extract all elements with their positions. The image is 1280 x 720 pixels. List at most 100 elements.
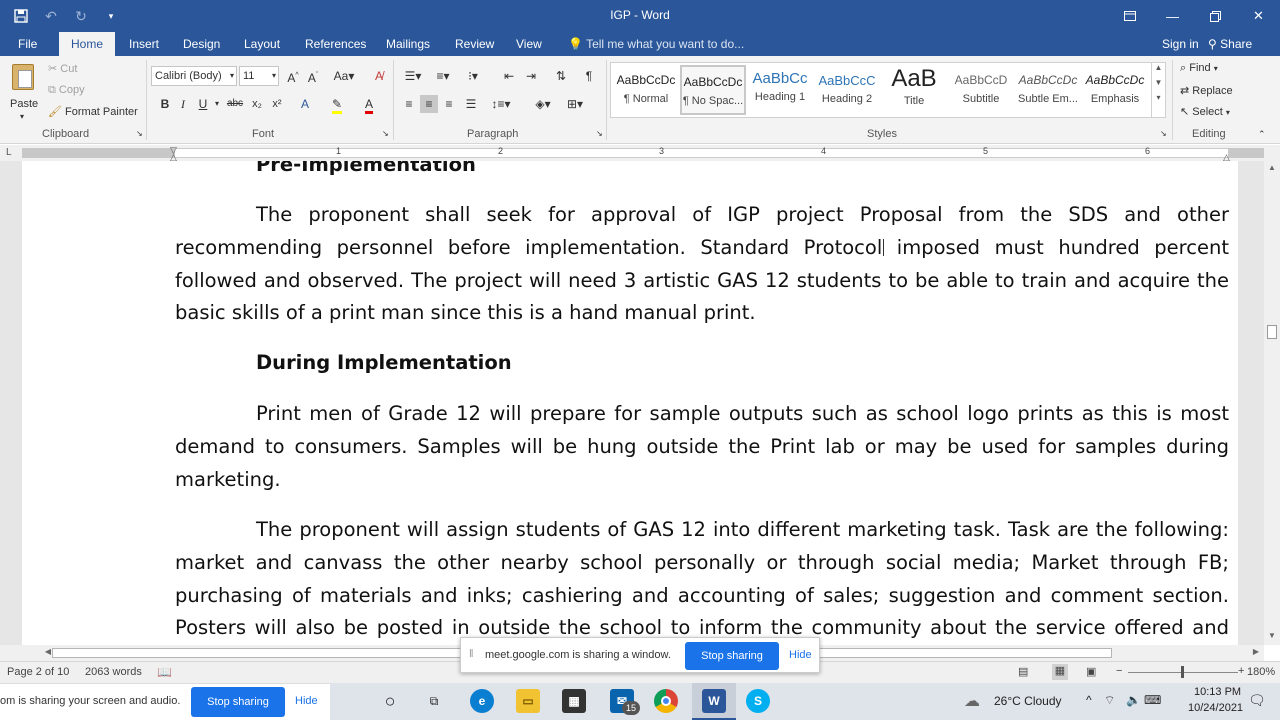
bold-icon[interactable]: B	[156, 95, 174, 113]
style-subtitle[interactable]: AaBbCcD Subtitle	[948, 65, 1014, 115]
multilevel-list-icon[interactable]: ⁝▾	[460, 67, 486, 85]
scroll-right-icon[interactable]: ▶	[1248, 647, 1264, 656]
zoom-level[interactable]: 180%	[1247, 666, 1275, 678]
strikethrough-icon[interactable]: abc	[226, 95, 244, 113]
collapse-ribbon-icon[interactable]: ⌃	[1258, 129, 1266, 140]
scroll-down-icon[interactable]: ▼	[1264, 631, 1280, 640]
cut-button[interactable]: ✂ Cut	[48, 62, 77, 75]
font-color-icon[interactable]: A	[360, 95, 378, 114]
align-left-icon[interactable]: ≡	[400, 95, 418, 113]
show-formatting-icon[interactable]: ¶	[580, 67, 598, 85]
italic-icon[interactable]: I	[174, 95, 192, 113]
align-right-icon[interactable]: ≡	[440, 95, 458, 113]
skype-icon[interactable]: S	[746, 689, 770, 713]
numbering-icon[interactable]: ≡▾	[430, 67, 456, 85]
cortana-icon[interactable]: ○	[378, 689, 402, 713]
align-center-icon[interactable]: ≡	[420, 95, 438, 113]
language-icon[interactable]: ⌨	[1144, 693, 1161, 707]
style-title[interactable]: AaB Title	[881, 65, 947, 115]
tab-mailings[interactable]: Mailings	[386, 32, 430, 56]
drag-handle-icon[interactable]: ‖	[469, 648, 474, 660]
tab-selector-icon[interactable]: L	[6, 147, 12, 158]
scroll-up-icon[interactable]: ▲	[1264, 163, 1280, 172]
word-taskbar-item[interactable]: W	[692, 683, 736, 720]
gallery-scroll[interactable]: ▲ ▼ ▾	[1151, 63, 1165, 117]
style-no-spacing[interactable]: AaBbCcDc ¶ No Spac...	[680, 65, 746, 115]
paragraph-launcher-icon[interactable]: ↘	[596, 129, 603, 138]
print-layout-icon[interactable]: ▦	[1052, 664, 1068, 680]
chevron-up-icon[interactable]: ▲	[1152, 63, 1165, 72]
line-spacing-icon[interactable]: ↕≡▾	[486, 95, 516, 113]
tab-references[interactable]: References	[305, 32, 366, 56]
page-count[interactable]: Page 2 of 10	[7, 666, 69, 678]
subscript-icon[interactable]: x₂	[248, 95, 266, 113]
read-mode-icon[interactable]: ▤	[1018, 665, 1028, 678]
style-normal[interactable]: AaBbCcDc ¶ Normal	[613, 65, 679, 115]
minimize-icon[interactable]: —	[1151, 0, 1194, 32]
tell-me-box[interactable]: 💡 Tell me what you want to do...	[568, 32, 744, 56]
more-styles-icon[interactable]: ▾	[1152, 93, 1165, 102]
text-effects-icon[interactable]: A	[296, 95, 314, 113]
chevron-down-icon[interactable]: ▾	[208, 95, 226, 113]
style-heading-2[interactable]: AaBbCcC Heading 2	[814, 65, 880, 115]
zoom-out-icon[interactable]: −	[1116, 665, 1122, 677]
font-size-select[interactable]: 11 ▾	[239, 66, 279, 86]
find-button[interactable]: ⌕ Find ▾	[1180, 62, 1218, 75]
tab-home[interactable]: Home	[59, 32, 116, 56]
task-view-icon[interactable]: ⧉	[422, 689, 446, 713]
chevron-down-icon[interactable]: ▼	[1152, 78, 1165, 87]
web-layout-icon[interactable]: ▣	[1086, 665, 1096, 678]
format-painter-button[interactable]: 🖌 Format Painter	[48, 105, 138, 118]
notifications-icon[interactable]: 🗨	[1248, 692, 1266, 709]
restore-icon[interactable]	[1194, 0, 1237, 32]
zoom-slider-thumb[interactable]	[1181, 666, 1184, 678]
tab-layout[interactable]: Layout	[244, 32, 280, 56]
clipboard-launcher-icon[interactable]: ↘	[136, 129, 143, 138]
volume-icon[interactable]: 🔈	[1126, 693, 1141, 707]
shrink-font-icon[interactable]: Aˇ	[304, 67, 322, 85]
store-icon[interactable]: ▦	[562, 689, 586, 713]
style-emphasis[interactable]: AaBbCcDc Emphasis	[1082, 65, 1148, 115]
bullets-icon[interactable]: ☰▾	[400, 67, 426, 85]
tab-view[interactable]: View	[516, 32, 542, 56]
meet-hide-button[interactable]: Hide	[789, 649, 812, 661]
style-heading-1[interactable]: AaBbCc Heading 1	[747, 65, 813, 115]
scrollbar-thumb[interactable]	[1267, 325, 1277, 339]
edge-icon[interactable]: e	[470, 689, 494, 713]
zoom-in-icon[interactable]: +	[1238, 665, 1244, 677]
ribbon-display-icon[interactable]	[1108, 0, 1151, 32]
increase-indent-icon[interactable]: ⇥	[522, 67, 540, 85]
weather-text[interactable]: 26°C Cloudy	[994, 694, 1062, 708]
share-bar-hide-button[interactable]: Hide	[295, 695, 318, 707]
word-count[interactable]: 2063 words	[85, 666, 142, 678]
font-name-select[interactable]: Calibri (Body) ▾	[151, 66, 237, 86]
tab-file[interactable]: File	[18, 32, 37, 56]
close-icon[interactable]: ✕	[1237, 0, 1280, 32]
sign-in-link[interactable]: Sign in	[1162, 32, 1199, 56]
change-case-icon[interactable]: Aa▾	[332, 67, 356, 85]
proofing-icon[interactable]: 📖	[157, 665, 172, 679]
vertical-scrollbar[interactable]: ▲ ▼	[1264, 161, 1280, 645]
clock-date[interactable]: 10/24/2021	[1188, 702, 1243, 714]
tab-insert[interactable]: Insert	[129, 32, 159, 56]
meet-stop-sharing-button[interactable]: Stop sharing	[685, 642, 779, 670]
justify-icon[interactable]: ☰	[462, 95, 480, 113]
file-explorer-icon[interactable]: ▭	[516, 689, 540, 713]
tab-design[interactable]: Design	[183, 32, 220, 56]
style-subtle-emphasis[interactable]: AaBbCcDc Subtle Em...	[1015, 65, 1081, 115]
sort-icon[interactable]: ⇅	[552, 67, 570, 85]
select-button[interactable]: ↖ Select ▾	[1180, 105, 1230, 118]
clear-formatting-icon[interactable]: A̸	[370, 67, 388, 85]
replace-button[interactable]: ⇄ Replace	[1180, 84, 1233, 97]
paste-button[interactable]: Paste ▾	[6, 62, 42, 121]
shading-icon[interactable]: ◈▾	[530, 95, 556, 113]
chrome-icon[interactable]	[654, 689, 678, 713]
chevron-up-icon[interactable]: ^	[1086, 693, 1092, 707]
share-bar-stop-button[interactable]: Stop sharing	[191, 687, 285, 717]
borders-icon[interactable]: ⊞▾	[562, 95, 588, 113]
styles-launcher-icon[interactable]: ↘	[1160, 129, 1167, 138]
font-launcher-icon[interactable]: ↘	[382, 129, 389, 138]
tab-review[interactable]: Review	[455, 32, 494, 56]
decrease-indent-icon[interactable]: ⇤	[500, 67, 518, 85]
document-page[interactable]: Pre-Implementation The proponent shall s…	[22, 161, 1238, 645]
